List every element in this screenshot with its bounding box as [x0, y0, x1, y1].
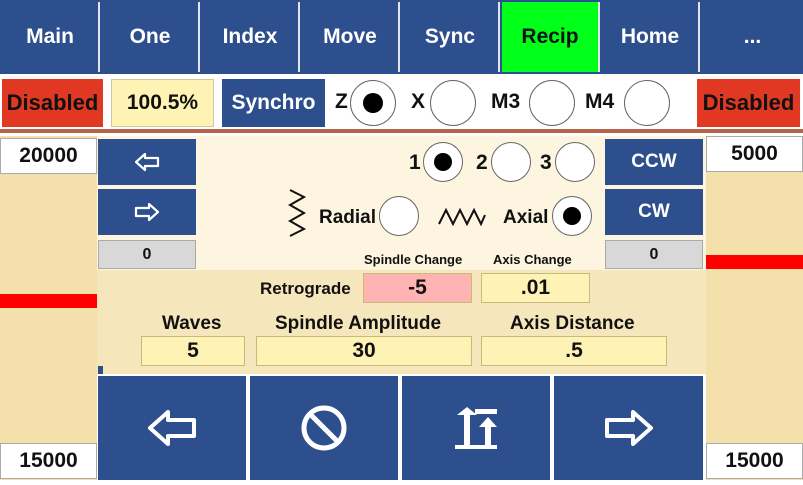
- tab-index[interactable]: Index: [202, 2, 300, 72]
- right-gauge-marker[interactable]: [706, 255, 803, 269]
- left-disabled-indicator[interactable]: Disabled: [2, 79, 103, 127]
- waves-field[interactable]: 5: [141, 336, 245, 366]
- left-counter: 0: [98, 240, 196, 269]
- jog-right-button[interactable]: [98, 189, 196, 235]
- tab-one[interactable]: One: [102, 2, 200, 72]
- tab-recip[interactable]: Recip: [502, 2, 600, 72]
- stop-button[interactable]: [250, 376, 398, 480]
- tab-home[interactable]: Home: [602, 2, 700, 72]
- right-gauge: 5000 15000: [706, 136, 803, 480]
- right-disabled-indicator[interactable]: Disabled: [697, 79, 800, 127]
- channel-radio-3[interactable]: [555, 142, 595, 182]
- axis-label-x: X: [411, 90, 426, 113]
- channel-label-3: 3: [540, 151, 552, 174]
- synchro-button[interactable]: Synchro: [222, 79, 325, 127]
- spindle-change-label: Spindle Change: [364, 252, 463, 267]
- axis-radio-x[interactable]: [430, 80, 476, 126]
- axial-label: Axial: [503, 207, 549, 228]
- right-gauge-top-value: 5000: [706, 136, 803, 172]
- feed-percent-display[interactable]: 100.5%: [111, 79, 214, 127]
- reverse-button[interactable]: [98, 376, 246, 480]
- radio-dot: [363, 93, 383, 113]
- axial-radio[interactable]: [552, 196, 592, 236]
- sort-up-icon: [455, 407, 497, 449]
- axis-radio-m3[interactable]: [529, 80, 575, 126]
- axis-label-m3: M3: [491, 90, 521, 113]
- radial-label: Radial: [319, 207, 377, 228]
- channel-label-1: 1: [409, 151, 421, 174]
- cw-button[interactable]: CW: [605, 189, 703, 235]
- divider: [0, 129, 803, 133]
- axis-change-field[interactable]: .01: [481, 273, 590, 303]
- spindle-amplitude-field[interactable]: 30: [256, 336, 472, 366]
- arrow-left-icon: [148, 410, 196, 446]
- axis-label-m4: M4: [585, 90, 615, 113]
- status-row: Disabled 100.5% Synchro Z X M3 M4 Disabl…: [0, 76, 803, 130]
- radio-dot: [563, 207, 581, 225]
- tab-bar: Main One Index Move Sync Recip Home ...: [0, 0, 803, 74]
- axis-radio-z[interactable]: [350, 80, 396, 126]
- spindle-amplitude-label: Spindle Amplitude: [275, 313, 442, 334]
- jog-left-button[interactable]: [98, 139, 196, 185]
- axial-wave-icon: [438, 207, 486, 227]
- radial-wave-icon: [287, 189, 307, 237]
- left-gauge-bottom-value: 15000: [0, 443, 97, 479]
- spindle-change-field[interactable]: -5: [363, 273, 472, 303]
- axis-distance-label: Axis Distance: [510, 313, 635, 334]
- channel-radio-2[interactable]: [491, 142, 531, 182]
- retrograde-label: Retrograde: [260, 279, 351, 298]
- tab-sync[interactable]: Sync: [402, 2, 500, 72]
- axis-distance-field[interactable]: .5: [481, 336, 667, 366]
- arrow-left-icon: [134, 152, 160, 172]
- left-gauge: 20000 15000: [0, 136, 97, 480]
- cycle-button[interactable]: [402, 376, 550, 480]
- axis-radio-m4[interactable]: [624, 80, 670, 126]
- left-gauge-marker[interactable]: [0, 294, 97, 308]
- arrow-right-icon: [604, 410, 653, 446]
- stop-icon: [301, 405, 347, 451]
- tab-main[interactable]: Main: [2, 2, 100, 72]
- tab-move[interactable]: Move: [302, 2, 400, 72]
- waves-label: Waves: [162, 313, 222, 334]
- radial-radio[interactable]: [379, 196, 419, 236]
- right-gauge-bottom-value: 15000: [706, 443, 803, 479]
- left-gauge-top-value: 20000: [0, 138, 97, 174]
- ccw-button[interactable]: CCW: [605, 139, 703, 185]
- channel-radio-1[interactable]: [423, 142, 463, 182]
- radio-dot: [434, 153, 452, 171]
- forward-button[interactable]: [554, 376, 703, 480]
- axis-label-z: Z: [335, 90, 348, 113]
- axis-change-label: Axis Change: [493, 252, 572, 267]
- right-counter: 0: [605, 240, 703, 269]
- arrow-right-icon: [134, 202, 160, 222]
- channel-label-2: 2: [476, 151, 488, 174]
- tab-more[interactable]: ...: [702, 2, 803, 72]
- panel-corner-marker: [98, 366, 103, 374]
